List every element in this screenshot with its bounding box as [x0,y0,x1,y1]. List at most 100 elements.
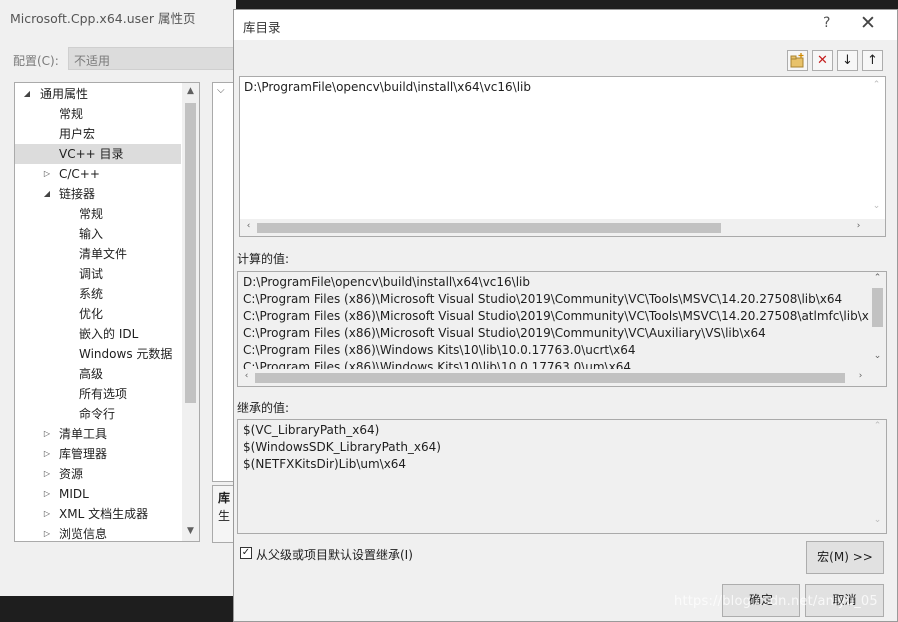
calculated-value-line: C:\Program Files (x86)\Microsoft Visual … [243,326,766,340]
tree-item[interactable]: ▷ 资源 [15,464,181,484]
tree-item[interactable]: 命令行 [15,404,181,424]
scroll-up-icon[interactable]: ⌃ [869,273,886,283]
dialog-titlebar: 库目录 ? ✕ [234,10,897,40]
inherited-value-line: $(VC_LibraryPath_x64) [243,423,380,437]
edit-hscrollbar[interactable]: ‹ › [240,219,885,236]
tree-item[interactable]: ▷ C/C++ [15,164,181,184]
property-tree[interactable]: ◢ 通用属性 常规 用户宏 VC++ 目录 ▷ C/C++ ◢ 链接器 常规 输入 清单文件 调试 系统优… [14,82,200,542]
tree-item-label: 清单工具 [59,427,108,441]
tree-item[interactable]: ▷ 浏览信息 [15,524,181,541]
tree-item[interactable]: ▷ MIDL [15,484,181,504]
tree-item[interactable]: VC++ 目录 [15,144,181,164]
scroll-left-icon[interactable]: ‹ [240,221,257,231]
expander-icon[interactable]: ▷ [41,444,53,464]
macros-button[interactable]: 宏(M) >> [806,541,884,574]
scroll-up-icon[interactable]: ⌃ [869,421,886,431]
help-icon[interactable]: ? [823,15,830,31]
tree-item-label: 调试 [79,267,104,281]
tree-item-label: 系统 [79,287,104,301]
watermark: https://blog.csdn.net/aniyu_05 [674,594,878,609]
tree-item-label: 库管理器 [59,447,108,461]
tree-item-label: XML 文档生成器 [59,507,149,521]
calculated-values-list: D:\ProgramFile\opencv\build\install\x64\… [237,271,887,387]
inherited-values-label: 继承的值: [237,401,290,415]
tree-item[interactable]: ▷ 库管理器 [15,444,181,464]
scroll-left-icon[interactable]: ‹ [238,371,255,381]
tree-item-label: 资源 [59,467,84,481]
chevron-down-icon[interactable]: ⌵ [217,85,225,96]
tree-item-label: 命令行 [79,407,116,421]
dialog-title: 库目录 [243,20,281,35]
inherited-value-line: $(NETFXKitsDir)Lib\um\x64 [243,457,407,471]
expander-icon[interactable]: ▷ [41,464,53,484]
scroll-down-icon[interactable]: ⌄ [868,201,885,211]
tree-item[interactable]: ◢ 通用属性 [15,84,181,104]
edit-hscroll-thumb[interactable] [257,223,721,233]
expander-icon[interactable]: ◢ [41,184,53,204]
scroll-up-icon[interactable]: ▲ [182,86,199,96]
scroll-right-icon[interactable]: › [850,221,867,231]
tree-item-label: 高级 [79,367,104,381]
tree-item[interactable]: Windows 元数据 [15,344,181,364]
calc-vscroll-thumb[interactable] [872,288,883,327]
tree-scrollbar[interactable]: ▲ ▼ [182,83,199,541]
delete-button[interactable]: ✕ [812,50,833,71]
calculated-value-line: D:\ProgramFile\opencv\build\install\x64\… [243,275,530,289]
directory-edit-list[interactable]: D:\ProgramFile\opencv\build\install\x64\… [239,76,886,237]
tree-item[interactable]: 系统 [15,284,181,304]
scroll-down-icon[interactable]: ▼ [182,526,199,536]
inherited-values-list: $(VC_LibraryPath_x64) $(WindowsSDK_Librar… [237,419,887,534]
tree-item[interactable]: ▷ 清单工具 [15,424,181,444]
scroll-right-icon[interactable]: › [852,371,869,381]
tree-item[interactable]: ▷ XML 文档生成器 [15,504,181,524]
move-down-button[interactable]: ↓ [837,50,858,71]
tree-item[interactable]: 所有选项 [15,384,181,404]
tree-item[interactable]: 输入 [15,224,181,244]
tree-item-label: 嵌入的 IDL [79,327,139,341]
calculated-values-label: 计算的值: [237,252,290,266]
scroll-up-icon[interactable]: ⌃ [868,80,885,90]
calc-vscrollbar[interactable]: ⌃ ⌄ [869,272,886,369]
tree-item[interactable]: 常规 [15,104,181,124]
expander-icon[interactable]: ▷ [41,484,53,504]
calc-hscrollbar[interactable]: ‹ › [238,369,869,386]
inherit-checkbox[interactable]: ✓ [240,547,252,559]
configuration-value: 不适用 [74,54,111,68]
expander-icon[interactable]: ▷ [41,424,53,444]
tree-item-label: VC++ 目录 [59,147,124,161]
inherit-checkbox-label[interactable]: 从父级或项目默认设置继承(I) [256,546,413,563]
expander-icon[interactable]: ▷ [41,504,53,524]
scroll-down-icon[interactable]: ⌄ [869,515,886,525]
tree-item-label: 浏览信息 [59,527,108,541]
expander-icon[interactable]: ▷ [41,164,53,184]
description-title: 库 [218,491,231,505]
tree-item[interactable]: 调试 [15,264,181,284]
tree-item-label: 优化 [79,307,104,321]
tree-item-label: 用户宏 [59,127,96,141]
calc-hscroll-thumb[interactable] [255,373,845,383]
library-directories-dialog: 库目录 ? ✕ ✕ ↓ ↑ D:\ProgramFile\opencv\buil… [233,9,898,622]
expander-icon[interactable]: ▷ [41,524,53,541]
tree-item[interactable]: 用户宏 [15,124,181,144]
tree-item[interactable]: 常规 [15,204,181,224]
configuration-label: 配置(C): [13,54,59,68]
move-up-button[interactable]: ↑ [862,50,883,71]
close-icon[interactable]: ✕ [860,12,876,34]
directory-entry[interactable]: D:\ProgramFile\opencv\build\install\x64\… [244,80,531,94]
tree-item[interactable]: 优化 [15,304,181,324]
edit-vscrollbar[interactable]: ⌃ ⌄ [868,77,885,219]
tree-item[interactable]: ◢ 链接器 [15,184,181,204]
tree-item[interactable]: 嵌入的 IDL [15,324,181,344]
tree-item-label: MIDL [59,487,89,501]
configuration-dropdown[interactable]: 不适用 [68,47,236,70]
inh-vscrollbar[interactable]: ⌃ ⌄ [869,420,886,533]
tree-item[interactable]: 高级 [15,364,181,384]
expander-icon[interactable]: ◢ [21,84,33,104]
scroll-down-icon[interactable]: ⌄ [869,351,886,361]
calculated-value-line: C:\Program Files (x86)\Microsoft Visual … [243,309,885,323]
tree-item-label: Windows 元数据 [79,347,173,361]
tree-item[interactable]: 清单文件 [15,244,181,264]
tree-item-label: 输入 [79,227,104,241]
tree-scroll-thumb[interactable] [185,103,196,403]
new-line-button[interactable] [787,50,808,71]
